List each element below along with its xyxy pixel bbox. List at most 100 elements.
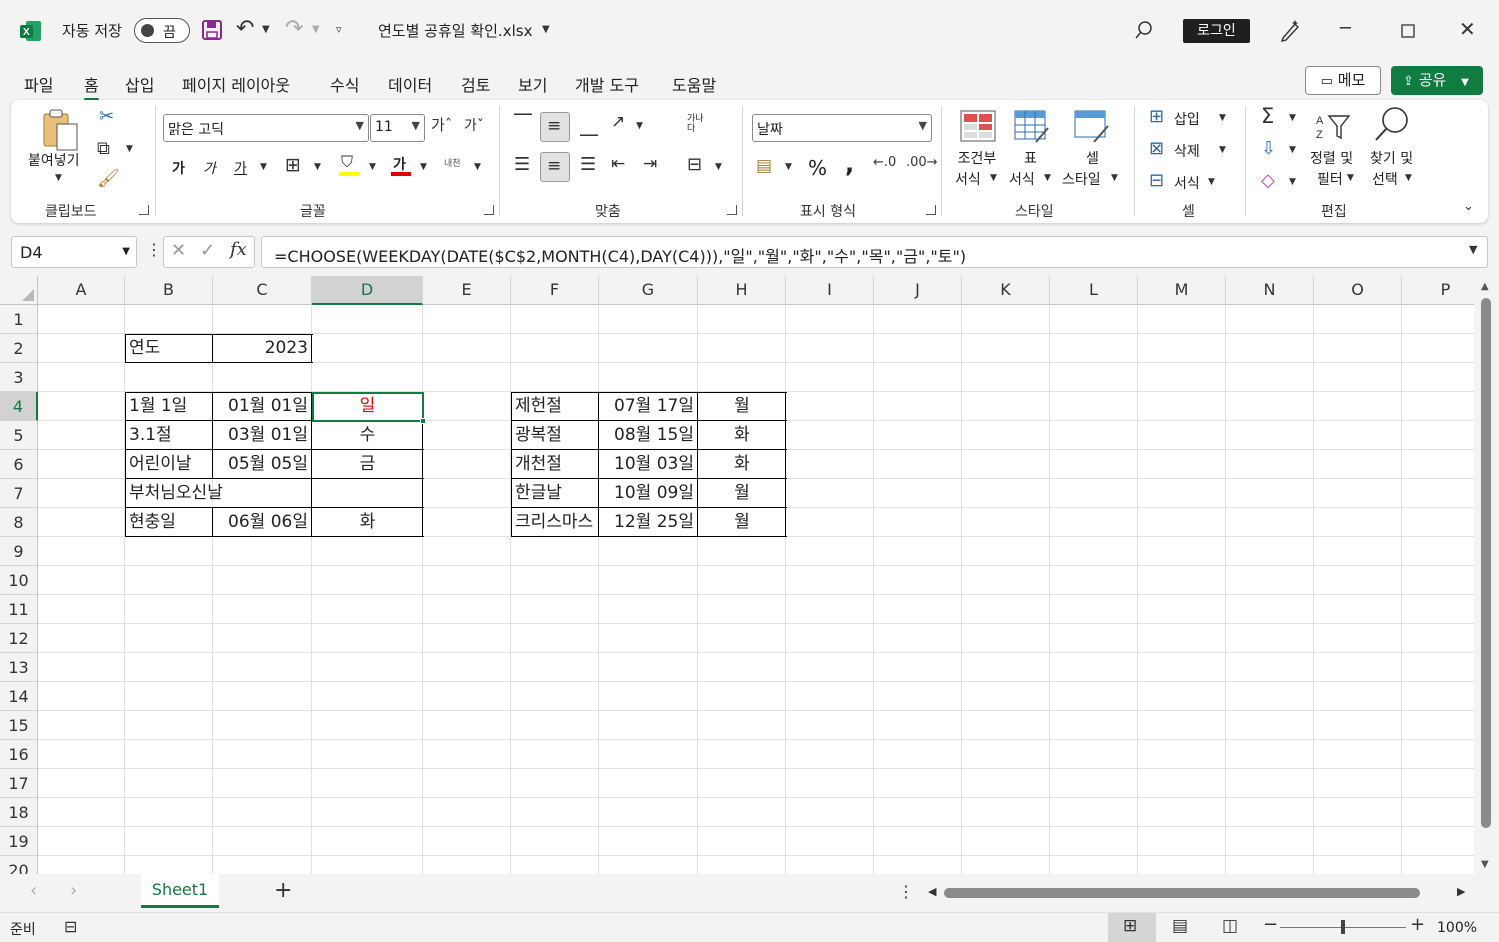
share-dropdown-icon[interactable]: ▼ bbox=[1461, 77, 1469, 88]
cond-format-label-2[interactable]: 서식 bbox=[955, 169, 981, 189]
column-header-f[interactable]: F bbox=[511, 276, 599, 305]
undo-dropdown-icon[interactable]: ▼ bbox=[262, 25, 270, 35]
cell-b2[interactable]: 연도 bbox=[125, 334, 213, 363]
cell-style-label-2[interactable]: 스타일 bbox=[1062, 169, 1101, 189]
row-header-15[interactable]: 15 bbox=[0, 711, 38, 740]
font-size-select[interactable]: 11 ▼ bbox=[370, 114, 425, 142]
cell-styles-icon[interactable] bbox=[1074, 110, 1110, 144]
row-header-5[interactable]: 5 bbox=[0, 421, 38, 450]
phonetic-button[interactable]: 내천 bbox=[444, 156, 461, 169]
column-header-l[interactable]: L bbox=[1050, 276, 1138, 305]
underline-button[interactable]: 가 bbox=[234, 158, 247, 178]
row-header-9[interactable]: 9 bbox=[0, 537, 38, 566]
cond-format-label-1[interactable]: 조건부 bbox=[955, 148, 999, 168]
designer-pen-icon[interactable] bbox=[1279, 18, 1301, 42]
align-top-icon[interactable]: ⎺ bbox=[514, 114, 532, 132]
decrease-decimal-icon[interactable]: .00→ bbox=[906, 156, 938, 169]
format-painter-icon[interactable]: 🖌 bbox=[97, 170, 120, 188]
cell-f6[interactable]: 개천절 bbox=[511, 450, 599, 479]
sort-filter-label-2[interactable]: 필터 bbox=[1317, 169, 1343, 189]
row-header-1[interactable]: 1 bbox=[0, 305, 38, 334]
column-header-d[interactable]: D bbox=[312, 276, 423, 305]
menu-insert[interactable]: 삽입 bbox=[125, 72, 154, 96]
file-title[interactable]: 연도별 공휴일 확인.xlsx bbox=[378, 20, 532, 41]
title-dropdown-icon[interactable]: ▼ bbox=[542, 25, 550, 35]
format-cells-label[interactable]: 서식 bbox=[1174, 173, 1200, 193]
merge-center-icon[interactable]: ⊟ bbox=[687, 156, 702, 174]
table-format-label-2[interactable]: 서식 bbox=[1009, 169, 1035, 189]
menu-formulas[interactable]: 수식 bbox=[330, 72, 359, 96]
paste-dropdown-icon[interactable]: ▼ bbox=[55, 174, 62, 183]
cell-b7[interactable]: 부처님오신날 bbox=[125, 479, 312, 508]
column-header-o[interactable]: O bbox=[1314, 276, 1402, 305]
accounting-format-icon[interactable]: ▤ bbox=[756, 158, 772, 175]
underline-dropdown-icon[interactable]: ▼ bbox=[260, 163, 267, 172]
cell-h4[interactable]: 월 bbox=[698, 392, 786, 421]
find-select-dropdown-icon[interactable]: ▼ bbox=[1405, 174, 1412, 183]
clipboard-launcher-icon[interactable] bbox=[139, 205, 149, 215]
align-left-icon[interactable]: ☰ bbox=[514, 156, 530, 174]
scroll-up-icon[interactable]: ▲ bbox=[1481, 282, 1489, 292]
menu-file[interactable]: 파일 bbox=[24, 72, 53, 96]
customize-toolbar-icon[interactable]: ▿ bbox=[336, 24, 342, 35]
decrease-indent-icon[interactable]: ⇤ bbox=[611, 156, 625, 173]
number-format-select[interactable]: 날짜 ▼ bbox=[752, 114, 932, 142]
menu-review[interactable]: 검토 bbox=[461, 72, 490, 96]
cell-c4[interactable]: 01월 01일 bbox=[213, 392, 312, 421]
decrease-font-icon[interactable]: 가ˇ bbox=[464, 119, 484, 133]
column-header-c[interactable]: C bbox=[213, 276, 312, 305]
cell-h6[interactable]: 화 bbox=[698, 450, 786, 479]
cell-h7[interactable]: 월 bbox=[698, 479, 786, 508]
cell-d6[interactable]: 금 bbox=[312, 450, 423, 479]
row-header-8[interactable]: 8 bbox=[0, 508, 38, 537]
horizontal-scroll-thumb[interactable] bbox=[944, 888, 1420, 898]
sort-filter-label-1[interactable]: 정렬 및 bbox=[1310, 148, 1353, 168]
cell-g6[interactable]: 10월 03일 bbox=[599, 450, 698, 479]
row-header-20[interactable]: 20 bbox=[0, 856, 38, 874]
clear-dropdown-icon[interactable]: ▼ bbox=[1289, 178, 1296, 187]
wrap-text-button[interactable]: 가나다 bbox=[687, 114, 707, 134]
select-all-corner[interactable] bbox=[0, 276, 38, 305]
sort-filter-dropdown-icon[interactable]: ▼ bbox=[1347, 174, 1354, 183]
percent-button[interactable]: % bbox=[808, 156, 827, 180]
vertical-scrollbar[interactable]: ▲ ▼ bbox=[1474, 276, 1499, 874]
search-icon[interactable] bbox=[1134, 20, 1154, 40]
cell-d5[interactable]: 수 bbox=[312, 421, 423, 450]
row-header-18[interactable]: 18 bbox=[0, 798, 38, 827]
format-dropdown-icon[interactable]: ▼ bbox=[1208, 178, 1215, 187]
increase-decimal-icon[interactable]: ←.0 bbox=[873, 156, 896, 169]
border-dropdown-icon[interactable]: ▼ bbox=[314, 163, 321, 172]
find-select-icon[interactable] bbox=[1374, 106, 1410, 142]
row-header-7[interactable]: 7 bbox=[0, 479, 38, 508]
clear-icon[interactable]: ◇ bbox=[1261, 172, 1275, 190]
formula-input[interactable]: =CHOOSE(WEEKDAY(DATE($C$2,MONTH(C4),DAY(… bbox=[261, 236, 1488, 268]
delete-cells-label[interactable]: 삭제 bbox=[1174, 141, 1200, 161]
worksheet-grid[interactable]: ABCDEFGHIJKLMNOP 1 2 3 4 5 6 7 8 9 10 11 12 13 14 15 16… bbox=[0, 276, 1474, 874]
cell-b5[interactable]: 3.1절 bbox=[125, 421, 213, 450]
find-select-label-2[interactable]: 선택 bbox=[1372, 169, 1398, 189]
maximize-icon[interactable] bbox=[1401, 24, 1415, 38]
orientation-icon[interactable]: ↗ bbox=[611, 114, 625, 131]
row-header-2[interactable]: 2 bbox=[0, 334, 38, 363]
cell-c6[interactable]: 05월 05일 bbox=[213, 450, 312, 479]
copy-dropdown-icon[interactable]: ▼ bbox=[126, 145, 133, 154]
column-header-i[interactable]: I bbox=[786, 276, 874, 305]
find-select-label-1[interactable]: 찾기 및 bbox=[1370, 148, 1413, 168]
scroll-right-icon[interactable]: ▶ bbox=[1457, 886, 1465, 897]
cell-c5[interactable]: 03월 01일 bbox=[213, 421, 312, 450]
cell-style-dropdown-icon[interactable]: ▼ bbox=[1111, 174, 1118, 183]
row-header-6[interactable]: 6 bbox=[0, 450, 38, 479]
menu-data[interactable]: 데이터 bbox=[388, 72, 432, 96]
accounting-dropdown-icon[interactable]: ▼ bbox=[785, 163, 792, 172]
menu-developer[interactable]: 개발 도구 bbox=[575, 72, 639, 96]
name-box[interactable]: D4 ▼ bbox=[11, 236, 137, 268]
fill-color-dropdown-icon[interactable]: ▼ bbox=[369, 163, 376, 172]
increase-indent-icon[interactable]: ⇥ bbox=[643, 156, 657, 173]
border-icon[interactable]: ⊞ bbox=[285, 156, 301, 175]
alignment-launcher-icon[interactable] bbox=[727, 205, 737, 215]
column-header-p[interactable]: P bbox=[1402, 276, 1474, 305]
cell-b8[interactable]: 현충일 bbox=[125, 508, 213, 537]
row-header-12[interactable]: 12 bbox=[0, 624, 38, 653]
cell-c8[interactable]: 06월 06일 bbox=[213, 508, 312, 537]
row-header-10[interactable]: 10 bbox=[0, 566, 38, 595]
